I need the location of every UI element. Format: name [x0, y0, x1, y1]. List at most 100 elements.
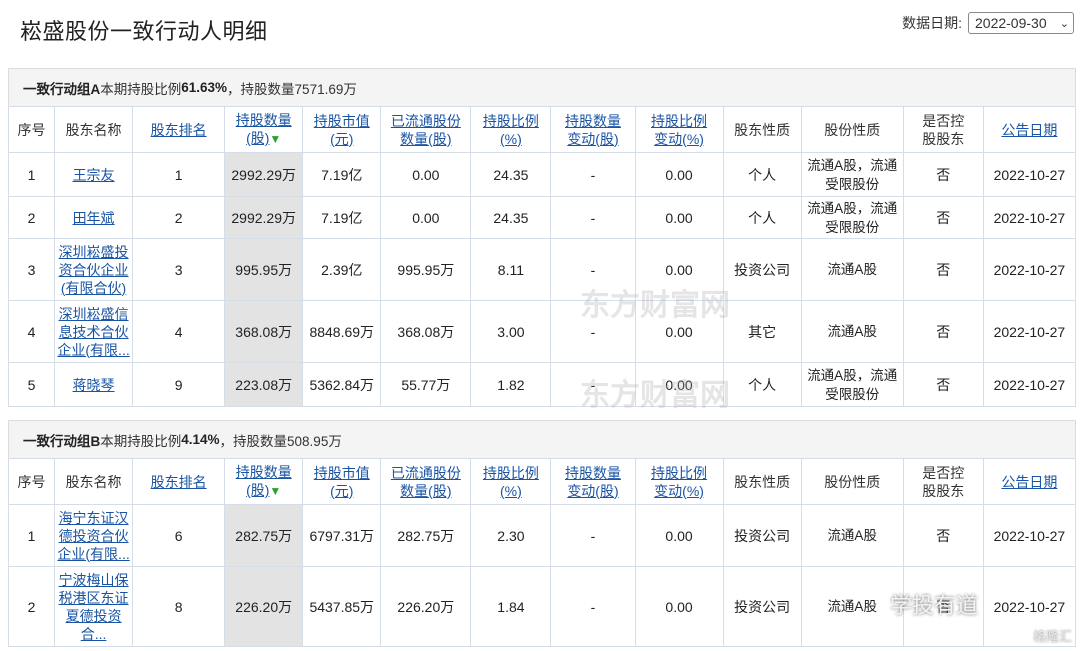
shareholder-name-line[interactable]: 海宁东证汉 — [57, 509, 130, 527]
cell-circulating: 0.00 — [380, 152, 472, 197]
cell-nature: 投资公司 — [722, 504, 802, 567]
shareholder-name-line[interactable]: 深圳崧盛投 — [57, 243, 130, 261]
col-qty-change-label: 变动(股) — [567, 482, 619, 499]
cell-seq: 1 — [7, 152, 56, 197]
col-controlling-label: 股股东 — [922, 130, 965, 147]
cell-ratio: 24.35 — [470, 196, 552, 239]
shareholder-name-line[interactable]: 企业(有限... — [57, 545, 130, 563]
col-ratio-change-label: 变动(%) — [654, 482, 704, 499]
shareholder-name-line[interactable]: 夏德投资 — [57, 607, 130, 625]
col-hold-value-label: (元) — [330, 130, 354, 147]
col-qty-change-label: 变动(股) — [567, 130, 619, 147]
cell-qty-change: - — [550, 152, 636, 197]
shareholder-name-line[interactable]: 宁波梅山保 — [57, 571, 130, 589]
col-circulating-label: 数量(股) — [400, 482, 452, 499]
cell-circulating: 995.95万 — [380, 238, 472, 301]
shareholder-name-line[interactable]: 合... — [57, 625, 130, 643]
cell-controlling: 否 — [902, 238, 984, 301]
col-announce-date-header[interactable]: 公告日期 — [982, 106, 1077, 153]
col-hold-qty-label: (股) — [246, 130, 270, 146]
cell-seq: 5 — [7, 362, 56, 407]
cell-announce-date: 2022-10-27 — [982, 152, 1077, 197]
share-type-line: 流通A股 — [827, 599, 877, 614]
shareholder-name-line[interactable]: 税港区东证 — [57, 589, 130, 607]
cell-seq: 4 — [7, 300, 56, 363]
sort-desc-icon[interactable]: ▼ — [269, 132, 281, 146]
group-a-table: 序号 股东名称 股东排名 持股数量 (股)▼ 持股市值 (元) 已流通股份 数量(股) 持股比例(… — [7, 106, 1077, 407]
col-ratio-header[interactable]: 持股比例 (%) — [470, 458, 552, 505]
shareholder-name-line[interactable]: (有限合伙) — [57, 279, 130, 297]
cell-nature: 其它 — [722, 300, 802, 363]
cell-nature: 投资公司 — [722, 566, 802, 647]
group-b-text1: 本期持股比例 — [100, 433, 182, 449]
cell-share-type: 流通A股 — [800, 238, 904, 301]
col-nature-header: 股东性质 — [722, 458, 802, 505]
shareholder-name-line[interactable]: 田年斌 — [57, 209, 130, 227]
group-a-pct: 61.63% — [181, 80, 228, 95]
col-controlling-header: 是否控 股股东 — [902, 458, 984, 505]
col-ratio-change-header[interactable]: 持股比例 变动(%) — [634, 458, 724, 505]
col-ratio-change-header[interactable]: 持股比例 变动(%) — [634, 106, 724, 153]
shareholder-name-line[interactable]: 资合伙企业 — [57, 261, 130, 279]
cell-hold-qty: 995.95万 — [224, 238, 304, 301]
col-rank-header[interactable]: 股东排名 — [132, 106, 226, 153]
col-hold-value-header[interactable]: 持股市值 (元) — [302, 458, 382, 505]
col-hold-qty-header[interactable]: 持股数量 (股)▼ — [224, 106, 304, 153]
cell-seq: 3 — [7, 238, 56, 301]
group-b-text2: ，持股数量508.95万 — [219, 433, 342, 449]
col-nature-label: 股东性质 — [734, 473, 791, 490]
col-hold-qty-header[interactable]: 持股数量 (股)▼ — [224, 458, 304, 505]
cell-name[interactable]: 深圳崧盛投 资合伙企业 (有限合伙) — [54, 238, 134, 301]
col-controlling-header: 是否控 股股东 — [902, 106, 984, 153]
date-label: 数据日期: — [902, 15, 962, 31]
col-qty-change-label: 持股数量 — [564, 464, 621, 481]
group-b-pct: 4.14% — [181, 432, 220, 447]
share-type-line: 受限股份 — [825, 176, 880, 192]
cell-hold-qty: 226.20万 — [224, 566, 304, 647]
share-type-line: 流通A股 — [827, 528, 877, 543]
col-announce-date-header[interactable]: 公告日期 — [982, 458, 1077, 505]
shareholder-name-line[interactable]: 德投资合伙 — [57, 527, 130, 545]
col-hold-value-header[interactable]: 持股市值 (元) — [302, 106, 382, 153]
date-select[interactable]: 2022-09-30 ⌄ — [968, 12, 1074, 34]
group-a-text1: 本期持股比例 — [100, 81, 182, 97]
sort-desc-icon[interactable]: ▼ — [269, 484, 281, 498]
cell-ratio: 1.82 — [470, 362, 552, 407]
cell-qty-change: - — [550, 566, 636, 647]
col-nature-header: 股东性质 — [722, 106, 802, 153]
cell-name[interactable]: 宁波梅山保 税港区东证 夏德投资 合... — [54, 566, 134, 647]
col-qty-change-header[interactable]: 持股数量 变动(股) — [550, 106, 636, 153]
cell-rank: 9 — [132, 362, 226, 407]
col-ratio-header[interactable]: 持股比例 (%) — [470, 106, 552, 153]
wechat-watermark: 学投有道 — [890, 593, 979, 618]
col-qty-change-header[interactable]: 持股数量 变动(股) — [550, 458, 636, 505]
cell-share-type: 流通A股 — [800, 504, 904, 567]
cell-name[interactable]: 深圳崧盛信 息技术合伙 企业(有限... — [54, 300, 134, 363]
cell-announce-date: 2022-10-27 — [982, 362, 1077, 407]
col-share-type-header: 股份性质 — [800, 458, 904, 505]
cell-name[interactable]: 王宗友 — [54, 152, 134, 197]
cell-ratio: 1.84 — [470, 566, 552, 647]
shareholder-name-line[interactable]: 王宗友 — [57, 166, 130, 184]
cell-name[interactable]: 蒋晓琴 — [54, 362, 134, 407]
cell-qty-change: - — [550, 196, 636, 239]
cell-hold-qty: 223.08万 — [224, 362, 304, 407]
col-rank-header[interactable]: 股东排名 — [132, 458, 226, 505]
col-qty-change-label: 持股数量 — [564, 112, 621, 129]
col-ratio-label: (%) — [500, 482, 522, 499]
cell-ratio-change: 0.00 — [634, 362, 724, 407]
cell-share-type: 流通A股 — [800, 300, 904, 363]
cell-hold-value: 6797.31万 — [302, 504, 382, 567]
cell-name[interactable]: 海宁东证汉 德投资合伙 企业(有限... — [54, 504, 134, 567]
shareholder-name-line[interactable]: 息技术合伙 — [57, 323, 130, 341]
cell-circulating: 368.08万 — [380, 300, 472, 363]
cell-controlling: 否 — [902, 300, 984, 363]
shareholder-name-line[interactable]: 深圳崧盛信 — [57, 305, 130, 323]
cell-hold-value: 7.19亿 — [302, 196, 382, 239]
col-circulating-header[interactable]: 已流通股份 数量(股) — [380, 458, 472, 505]
cell-name[interactable]: 田年斌 — [54, 196, 134, 239]
shareholder-name-line[interactable]: 企业(有限... — [57, 341, 130, 359]
col-name-header: 股东名称 — [54, 106, 134, 153]
col-circulating-header[interactable]: 已流通股份 数量(股) — [380, 106, 472, 153]
shareholder-name-line[interactable]: 蒋晓琴 — [57, 376, 130, 394]
